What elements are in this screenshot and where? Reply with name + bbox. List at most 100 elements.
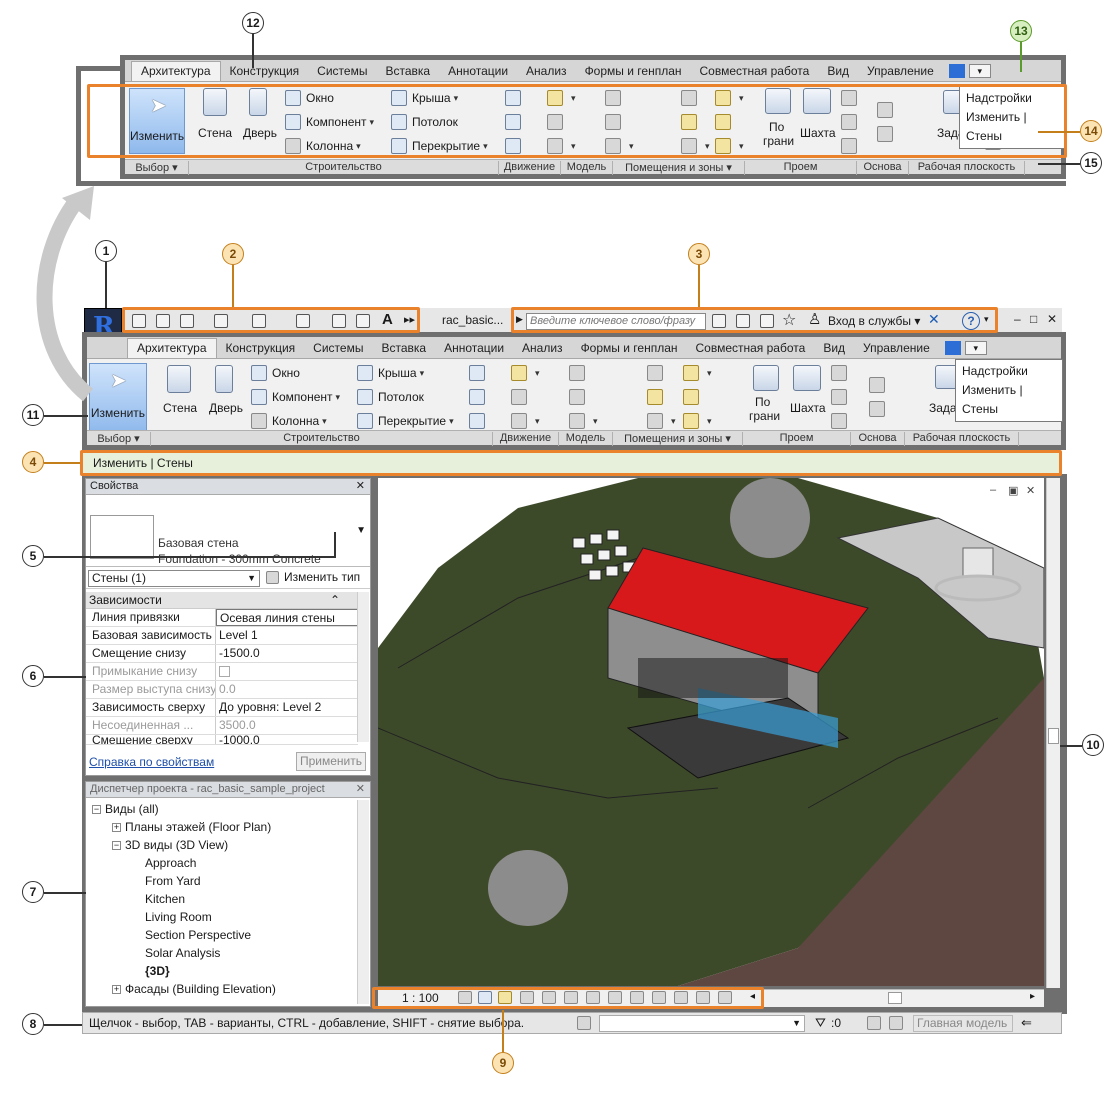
by-face-button[interactable]: По грани bbox=[763, 120, 794, 148]
tab-massing[interactable]: Формы и генплан bbox=[576, 62, 691, 81]
main-window-button[interactable]: Окно bbox=[251, 365, 300, 381]
press-drag-icon[interactable]: ⇐ bbox=[1021, 1013, 1032, 1033]
main-tab-systems[interactable]: Системы bbox=[304, 339, 372, 358]
tab-architecture[interactable]: Архитектура bbox=[131, 61, 221, 81]
browser-item[interactable]: Kitchen bbox=[86, 890, 356, 908]
tab-insert[interactable]: Вставка bbox=[376, 62, 439, 81]
main-tag-room-button[interactable]: ▾ bbox=[647, 413, 676, 429]
ribbon-minimize-icon[interactable]: ▾ bbox=[968, 64, 991, 78]
lock-view-icon[interactable] bbox=[608, 991, 622, 1004]
satellite-icon[interactable] bbox=[760, 314, 774, 328]
main-panel-select[interactable]: Выбор ▾ bbox=[87, 432, 151, 446]
grid-button[interactable] bbox=[877, 126, 898, 142]
main-tab-massing[interactable]: Формы и генплан bbox=[572, 339, 687, 358]
save-icon[interactable] bbox=[156, 314, 170, 328]
instance-filter[interactable]: Стены (1) ▼ bbox=[88, 570, 260, 587]
view-scale[interactable]: 1 : 100 bbox=[402, 991, 439, 1005]
ceiling-button[interactable]: Потолок bbox=[391, 114, 458, 130]
analytical-model-icon[interactable] bbox=[674, 991, 688, 1004]
floor-button[interactable]: Перекрытие ▾ bbox=[391, 138, 488, 154]
worksets-icon[interactable] bbox=[577, 1016, 591, 1030]
browser-item[interactable]: Approach bbox=[86, 854, 356, 872]
area-button[interactable]: ▾ bbox=[715, 90, 744, 106]
detail-level-icon[interactable] bbox=[458, 991, 472, 1004]
prop-row[interactable]: Зависимость сверху До уровня: Level 2 bbox=[86, 699, 358, 717]
main-tab-view[interactable]: Вид bbox=[814, 339, 854, 358]
main-tab-manage[interactable]: Управление bbox=[854, 339, 939, 358]
main-tag-area-button[interactable]: ▾ bbox=[683, 413, 712, 429]
exchange-icon[interactable]: ✕ bbox=[928, 311, 940, 328]
shadows-icon[interactable] bbox=[520, 991, 534, 1004]
tab-collaborate[interactable]: Совместная работа bbox=[691, 62, 819, 81]
main-curtain-system-button[interactable] bbox=[469, 365, 490, 381]
wall-opening-button[interactable] bbox=[841, 90, 862, 106]
view-minimize-icon[interactable]: – bbox=[990, 484, 996, 496]
main-area-button[interactable]: ▾ bbox=[683, 365, 712, 381]
main-modify-walls-tab[interactable]: Изменить | Стены bbox=[962, 381, 1056, 419]
area-boundary-button[interactable] bbox=[715, 114, 736, 130]
main-component-button[interactable]: Компонент ▾ bbox=[251, 389, 340, 405]
visual-style-icon[interactable] bbox=[478, 991, 492, 1004]
main-curtain-grid-button[interactable] bbox=[469, 389, 490, 405]
main-ramp-button[interactable] bbox=[511, 389, 532, 405]
modify-walls-tab[interactable]: Изменить | Стены bbox=[966, 108, 1060, 146]
main-ceiling-button[interactable]: Потолок bbox=[357, 389, 424, 405]
properties-scrollbar[interactable] bbox=[357, 592, 369, 742]
help-button[interactable]: ? bbox=[962, 312, 980, 330]
view-restore-icon[interactable]: ▣ bbox=[1008, 484, 1018, 497]
window-button[interactable]: Окно bbox=[285, 90, 334, 106]
temp-hide-icon[interactable] bbox=[630, 991, 644, 1004]
show-crop-icon[interactable] bbox=[586, 991, 600, 1004]
prop-row[interactable]: Линия привязки Осевая линия стены bbox=[86, 609, 358, 627]
main-dormer-button[interactable] bbox=[831, 413, 852, 429]
main-column-button[interactable]: Колонна ▾ bbox=[251, 413, 327, 429]
browser-item[interactable]: + Планы этажей (Floor Plan) bbox=[86, 818, 356, 836]
door-button[interactable]: Дверь bbox=[243, 126, 277, 140]
crop-view-icon[interactable] bbox=[564, 991, 578, 1004]
main-door-button[interactable]: Дверь bbox=[209, 401, 243, 415]
tag-icon[interactable] bbox=[356, 314, 370, 328]
model-text-button[interactable] bbox=[605, 90, 626, 106]
panel-select[interactable]: Выбор ▾ bbox=[125, 161, 189, 175]
main-mullion-button[interactable] bbox=[469, 413, 490, 429]
main-ribbon-minimize-icon[interactable]: ▾ bbox=[964, 341, 987, 355]
tree-expand-icon[interactable]: − bbox=[112, 841, 121, 851]
railing-button[interactable]: ▾ bbox=[547, 90, 576, 106]
properties-close-icon[interactable]: ✕ bbox=[356, 479, 365, 494]
context-tab-popup[interactable]: Надстройки Изменить | Стены bbox=[959, 86, 1067, 149]
redo-icon[interactable] bbox=[252, 314, 266, 328]
model-line-button[interactable] bbox=[605, 114, 626, 130]
main-model-field[interactable]: Главная модель bbox=[913, 1015, 1013, 1032]
main-floor-button[interactable]: Перекрытие ▾ bbox=[357, 413, 454, 429]
level-button[interactable] bbox=[877, 102, 898, 118]
tab-manage[interactable]: Управление bbox=[858, 62, 943, 81]
measure-icon[interactable] bbox=[296, 314, 310, 328]
main-room-tag-button[interactable] bbox=[647, 389, 668, 405]
vertical-opening-button[interactable] bbox=[841, 114, 862, 130]
column-button[interactable]: Колонна ▾ bbox=[285, 138, 361, 154]
tree-expand-icon[interactable]: + bbox=[112, 823, 121, 833]
tree-expand-icon[interactable]: − bbox=[92, 805, 101, 815]
sign-in-button[interactable]: Вход в службы ▾ bbox=[828, 314, 920, 328]
ribbon-expand-icon[interactable] bbox=[948, 64, 965, 78]
addins-tab[interactable]: Надстройки bbox=[966, 89, 1060, 108]
render-icon[interactable] bbox=[542, 991, 556, 1004]
main-ribbon-expand-icon[interactable] bbox=[944, 341, 961, 355]
main-context-tab-popup[interactable]: Надстройки Изменить | Стены bbox=[955, 359, 1063, 422]
main-tab-insert[interactable]: Вставка bbox=[372, 339, 435, 358]
view-close-icon[interactable]: ✕ bbox=[1026, 484, 1035, 497]
shaft-button[interactable]: Шахта bbox=[800, 126, 836, 140]
tab-view[interactable]: Вид bbox=[818, 62, 858, 81]
main-shaft-button[interactable]: Шахта bbox=[790, 401, 826, 415]
prop-row[interactable]: Базовая зависимость Level 1 bbox=[86, 627, 358, 645]
main-wall-button[interactable]: Стена bbox=[163, 401, 197, 415]
mullion-button[interactable] bbox=[505, 138, 526, 154]
main-panel-rooms[interactable]: Помещения и зоны ▾ bbox=[613, 432, 743, 446]
scroll-left-icon[interactable]: ◂ bbox=[750, 991, 755, 1002]
main-addins-tab[interactable]: Надстройки bbox=[962, 362, 1056, 381]
sync-icon[interactable] bbox=[180, 314, 194, 328]
dormer-button[interactable] bbox=[841, 138, 862, 154]
roof-button[interactable]: Крыша ▾ bbox=[391, 90, 458, 106]
main-grid-button[interactable] bbox=[869, 401, 890, 417]
type-dropdown-icon[interactable]: ▼ bbox=[356, 525, 366, 536]
